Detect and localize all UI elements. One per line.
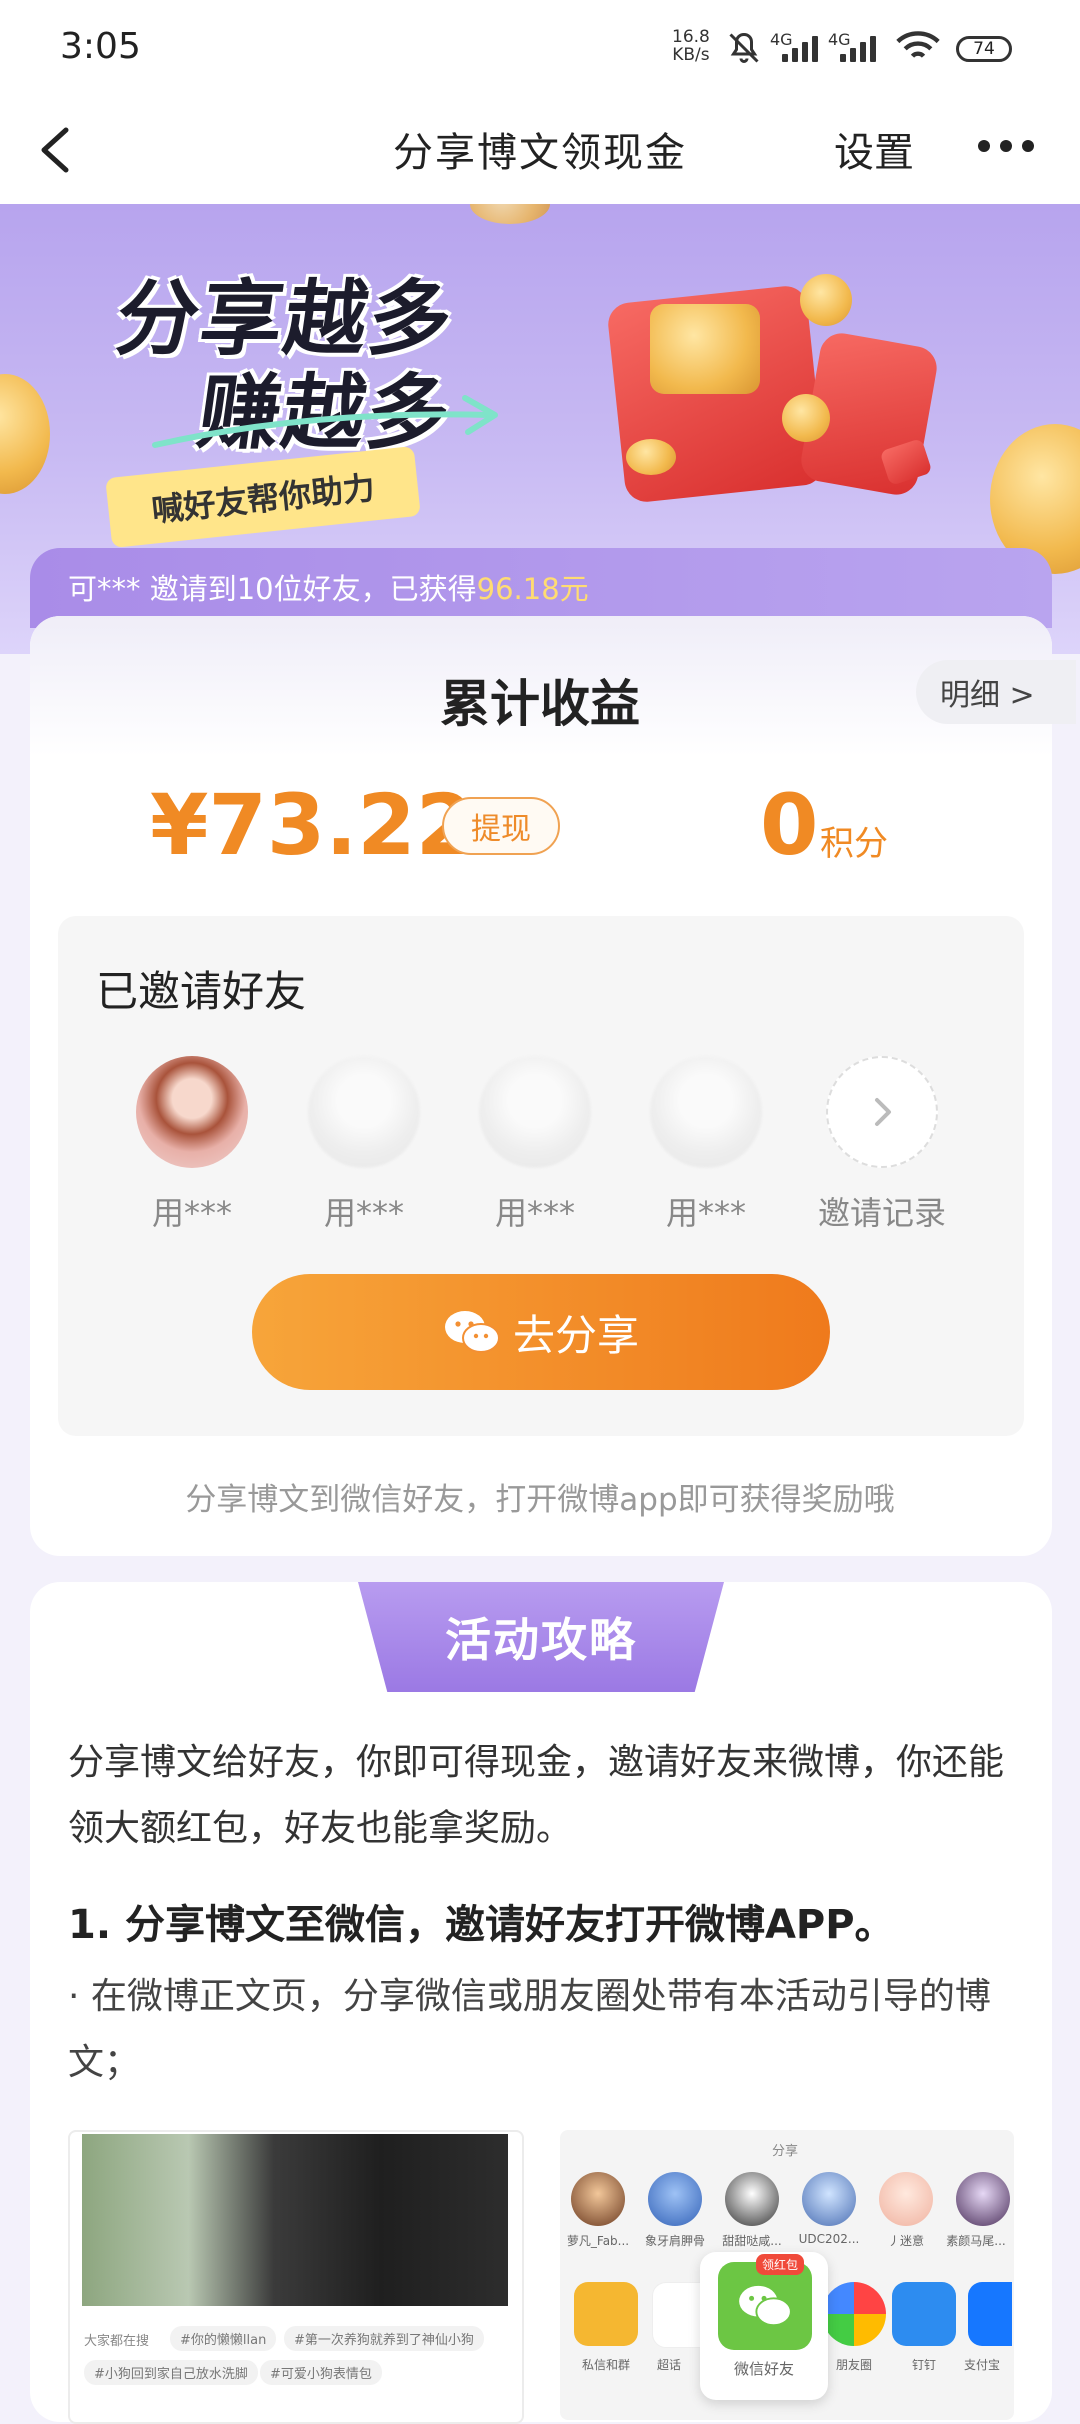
app-label: 支付宝 (963, 2358, 1000, 2372)
friend-name: 用*** (665, 1194, 746, 1232)
topic-chip: #第一次养狗就养到了神仙小狗 (284, 2326, 484, 2351)
signal-bars-1-icon (782, 32, 818, 62)
invite-record-label: 邀请记录 (817, 1194, 946, 1232)
contact-avatar (571, 2172, 625, 2226)
share-panel-header: 分享 (772, 2144, 799, 2159)
more-button[interactable] (978, 140, 1034, 152)
signal-bars-2-icon (840, 32, 876, 62)
invite-record-button[interactable] (826, 1056, 938, 1168)
dingtalk-app-icon (892, 2282, 956, 2346)
friend-avatar[interactable] (479, 1056, 591, 1168)
contact-avatar (648, 2172, 702, 2226)
step1-bullet: · 在微博正文页，分享微信或朋友圈处带有本活动引导的博文； (68, 1976, 991, 2083)
contact-avatar (956, 2172, 1010, 2226)
contact-avatar (725, 2172, 779, 2226)
moments-app-icon (822, 2282, 886, 2346)
invited-title: 已邀请好友 (96, 967, 307, 1016)
contact-name: 丿迷意 (887, 2234, 924, 2248)
withdraw-button[interactable]: 提现 (442, 797, 560, 855)
share-hint: 分享博文到微信好友，打开微博app即可获得奖励哦 (185, 1482, 895, 1518)
dog-photo (82, 2134, 508, 2306)
contact-avatar (879, 2172, 933, 2226)
app-label: 私信和群 (581, 2358, 630, 2372)
coin-decoration (626, 439, 676, 475)
wechat-icon (444, 1311, 500, 1353)
friend-avatar[interactable] (650, 1056, 762, 1168)
friend-avatar[interactable] (136, 1056, 248, 1168)
friend-name: 用*** (323, 1194, 404, 1232)
message-app-icon (574, 2282, 638, 2346)
arrow-swoosh-icon (152, 395, 498, 448)
coin-decoration (0, 374, 50, 494)
alipay-app-icon (968, 2282, 1012, 2346)
contact-name: UDC202... (798, 2232, 860, 2246)
wifi-icon (896, 30, 940, 68)
contact-name: 萝凡_Fab... (566, 2234, 630, 2248)
topic-chip: #小狗回到家自己放水洗脚 (84, 2360, 258, 2385)
strategy-tag-label: 活动攻略 (445, 1613, 637, 1667)
net-speed: 16.8 KB/s (672, 27, 710, 65)
notice-text: 可*** 邀请到10位好友，已获得96.18元 (68, 572, 589, 606)
wechat-friend-label: 微信好友 (733, 2360, 794, 2378)
friend-name: 用*** (151, 1194, 232, 1232)
friend-avatar[interactable] (308, 1056, 420, 1168)
app-label: 超话 (656, 2358, 681, 2372)
topic-chip: #可爱小狗表情包 (260, 2360, 382, 2385)
mute-bell-icon (726, 30, 762, 70)
coin-decoration (800, 274, 852, 326)
points-unit: 积分 (820, 824, 888, 864)
search-hint: 大家都在搜 (84, 2334, 150, 2349)
contact-name: 甜甜哒咸... (722, 2234, 782, 2248)
contact-name: 象牙肩胛骨 (644, 2234, 705, 2248)
coin-decoration (470, 204, 550, 224)
gold-ingot-icon (650, 304, 760, 394)
coin-decoration (782, 394, 830, 442)
detail-button[interactable]: 明细 > (916, 660, 1076, 724)
friend-name: 用*** (494, 1194, 575, 1232)
settings-button[interactable]: 设置 (834, 120, 914, 178)
page-title: 分享博文领现金 (393, 130, 687, 176)
battery-icon: 74 (956, 36, 1012, 62)
share-button[interactable]: 去分享 (252, 1274, 830, 1390)
earnings-amount: ¥73.22 (150, 776, 475, 874)
wechat-friend-icon (718, 2262, 812, 2350)
step1-title: 1. 分享博文至微信，邀请好友打开微博APP。 (68, 1902, 895, 1948)
red-packet-badge: 领红包 (756, 2254, 805, 2275)
status-time: 3:05 (60, 26, 141, 67)
contact-name: 素颜马尾... (946, 2234, 1006, 2248)
points-value: 0 (760, 776, 819, 874)
chevron-right-icon (875, 1098, 891, 1126)
contact-avatar (802, 2172, 856, 2226)
topic-chip: #你的懒懒llan (170, 2326, 277, 2351)
strategy-intro: 分享博文给好友，你即可得现金，邀请好友来微博，你还能领大额红包，好友也能拿奖励。 (68, 1742, 1005, 1849)
